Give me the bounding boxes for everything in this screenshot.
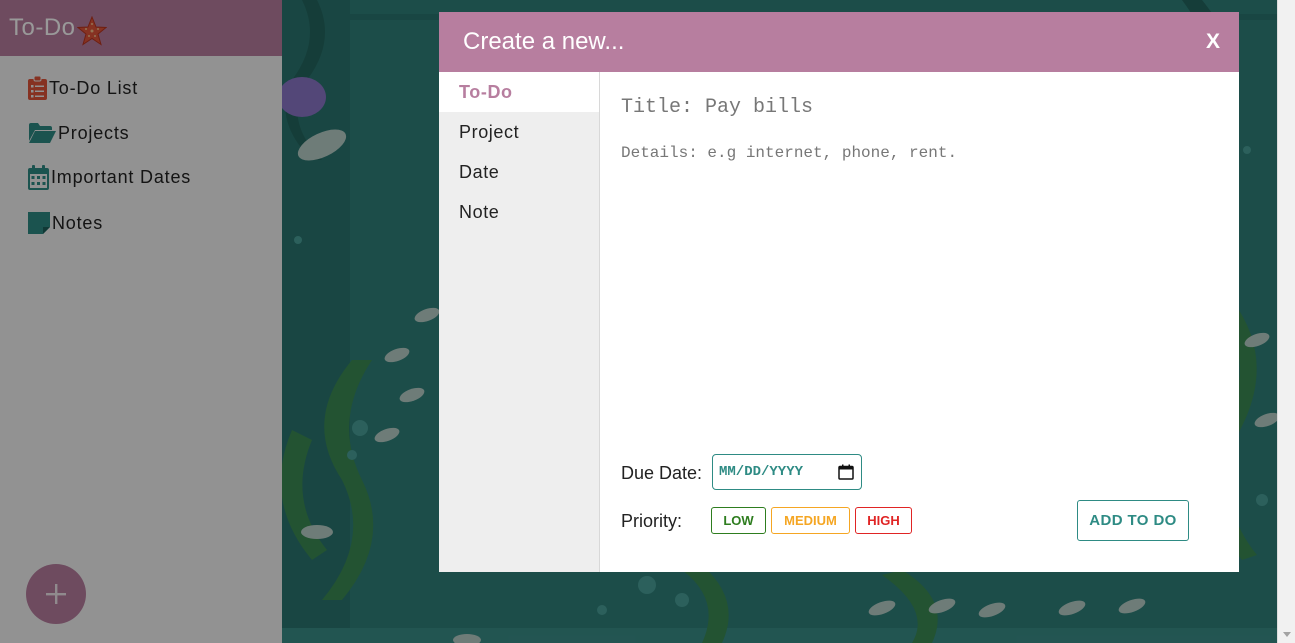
close-button[interactable]: X bbox=[1206, 30, 1220, 54]
due-date-input[interactable]: MM/DD/YYYY bbox=[712, 454, 862, 490]
tab-date[interactable]: Date bbox=[439, 152, 599, 192]
priority-medium-button[interactable]: MEDIUM bbox=[771, 507, 850, 534]
priority-low-button[interactable]: LOW bbox=[711, 507, 766, 534]
tab-project[interactable]: Project bbox=[439, 112, 599, 152]
title-input[interactable] bbox=[621, 90, 1211, 124]
modal-header: Create a new... X bbox=[439, 12, 1239, 72]
modal-tabs: To-Do Project Date Note bbox=[439, 72, 600, 572]
add-todo-button[interactable]: ADD TO DO bbox=[1077, 500, 1189, 541]
details-input[interactable] bbox=[621, 144, 1211, 434]
page-scrollbar[interactable] bbox=[1277, 0, 1295, 643]
due-date-label: Due Date: bbox=[621, 463, 703, 483]
tab-note[interactable]: Note bbox=[439, 192, 599, 232]
modal-title: Create a new... bbox=[463, 28, 625, 55]
scroll-down-arrow-icon[interactable] bbox=[1278, 630, 1295, 640]
todo-form: Due Date: MM/DD/YYYY Priority: LOW MEDIU… bbox=[601, 72, 1239, 572]
calendar-picker-icon[interactable] bbox=[838, 464, 854, 480]
create-new-modal: Create a new... X To-Do Project Date Not… bbox=[439, 12, 1239, 572]
due-date-value: MM/DD/YYYY bbox=[719, 464, 804, 480]
tab-todo[interactable]: To-Do bbox=[439, 72, 599, 112]
priority-high-button[interactable]: HIGH bbox=[855, 507, 912, 534]
priority-label: Priority: bbox=[621, 511, 683, 531]
